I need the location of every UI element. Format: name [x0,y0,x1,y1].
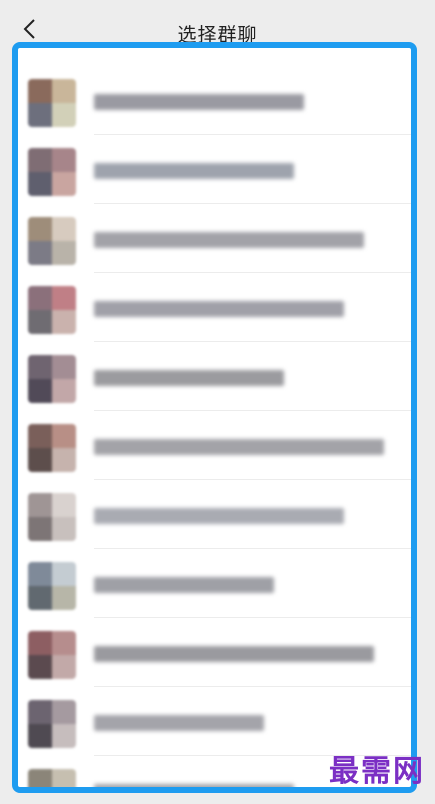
group-avatar [28,355,76,403]
group-name-redacted [94,301,344,317]
group-name-redacted [94,646,374,662]
group-avatar [28,424,76,472]
group-list-item[interactable] [18,342,411,411]
group-name-redacted [94,94,304,110]
group-name-redacted [94,370,284,386]
group-avatar [28,769,76,787]
group-list-item[interactable] [18,411,411,480]
group-avatar [28,562,76,610]
group-list-item[interactable] [18,618,411,687]
group-list-item[interactable] [18,549,411,618]
group-avatar [28,700,76,748]
group-avatar [28,148,76,196]
group-name-redacted [94,508,344,524]
group-name-redacted [94,439,384,455]
group-list-item[interactable] [18,480,411,549]
watermark: 最需网 [329,754,425,789]
group-chat-list [12,42,417,793]
group-list-item[interactable] [18,273,411,342]
group-avatar [28,493,76,541]
group-name-redacted [94,232,364,248]
group-name-redacted [94,715,264,731]
group-name-redacted [94,163,294,179]
group-avatar [28,217,76,265]
group-avatar [28,631,76,679]
group-avatar [28,79,76,127]
group-list-item[interactable] [18,66,411,135]
group-list-item[interactable] [18,204,411,273]
group-list-item[interactable] [18,135,411,204]
group-avatar [28,286,76,334]
group-name-redacted [94,784,294,787]
group-name-redacted [94,577,274,593]
